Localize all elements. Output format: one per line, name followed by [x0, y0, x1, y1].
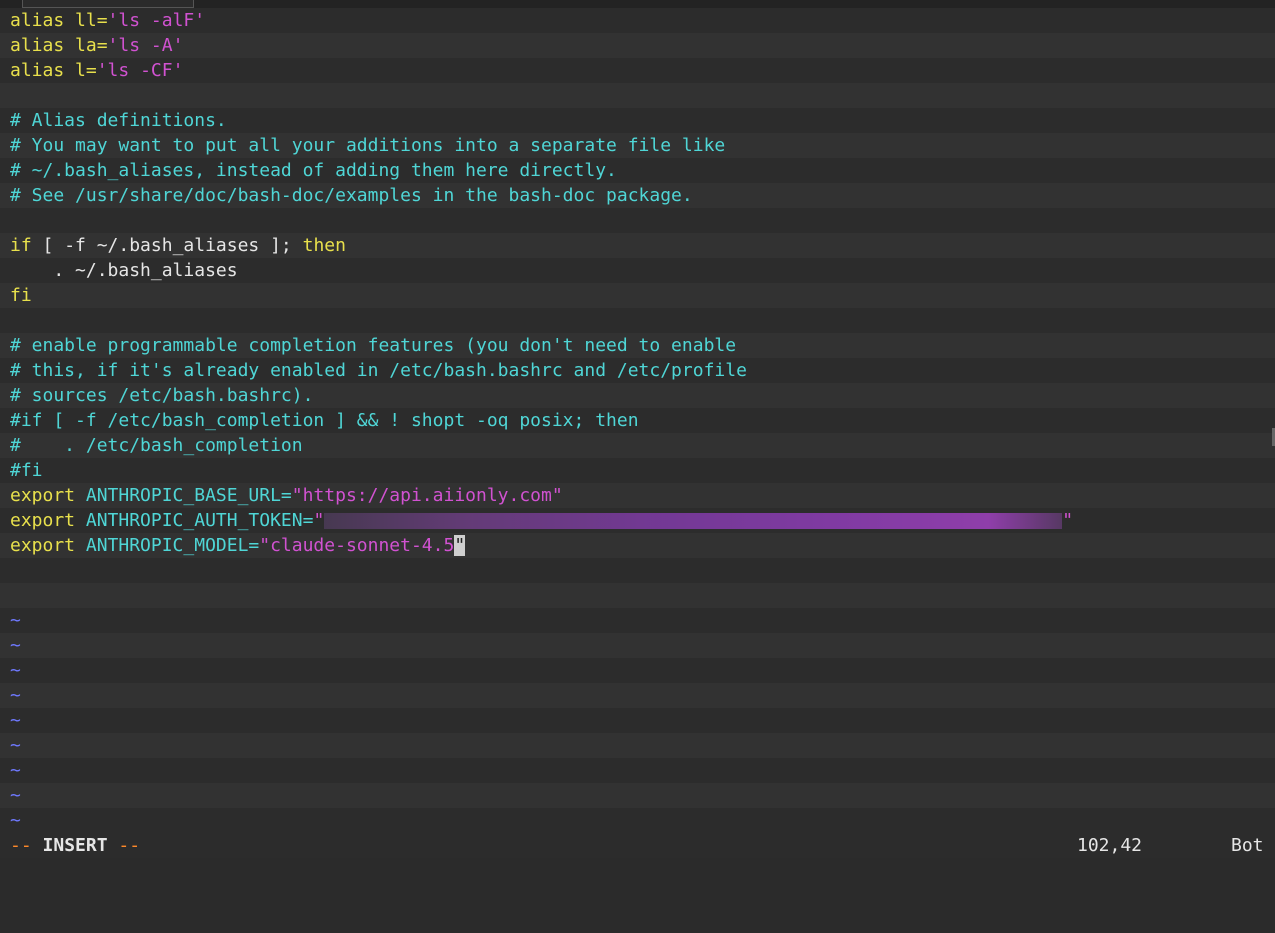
empty-line-marker: ~: [0, 633, 1275, 658]
editor-tab[interactable]: [22, 0, 194, 8]
keyword: then: [302, 235, 346, 256]
blank-line: [0, 83, 1275, 108]
alias-name: ll=: [75, 10, 108, 31]
code-line: alias ll='ls -alF': [0, 8, 1275, 33]
code-line: fi: [0, 283, 1275, 308]
comment-line: # You may want to put all your additions…: [0, 133, 1275, 158]
mode-indicator: -- INSERT --: [10, 833, 140, 858]
empty-line-marker: ~: [0, 608, 1275, 633]
blank-line: [0, 208, 1275, 233]
comment-line: # this, if it's already enabled in /etc/…: [0, 358, 1275, 383]
text-cursor: ": [454, 535, 466, 556]
comment-line: # . /etc/bash_completion: [0, 433, 1275, 458]
variable-name: ANTHROPIC_BASE_URL=: [85, 485, 292, 506]
keyword: alias: [10, 10, 76, 31]
empty-line-marker: ~: [0, 683, 1275, 708]
empty-line-marker: ~: [0, 658, 1275, 683]
blank-line: [0, 308, 1275, 333]
code-line: if [ -f ~/.bash_aliases ]; then: [0, 233, 1275, 258]
comment-line: # enable programmable completion feature…: [0, 333, 1275, 358]
scroll-position: Bot: [1231, 835, 1264, 856]
code-line: alias la='ls -A': [0, 33, 1275, 58]
string-quote: ": [1062, 510, 1074, 531]
blank-line: [0, 558, 1275, 583]
empty-line-marker: ~: [0, 733, 1275, 758]
redacted-token: [324, 513, 1063, 529]
comment-line: #fi: [0, 458, 1275, 483]
string-quote: ": [313, 510, 325, 531]
status-line: -- INSERT -- 102,42 Bot: [0, 833, 1275, 858]
keyword: export: [10, 535, 86, 556]
code-line: export ANTHROPIC_AUTH_TOKEN=" ": [0, 508, 1275, 533]
empty-line-marker: ~: [0, 783, 1275, 808]
alias-name: la=: [75, 35, 108, 56]
string: 'ls -A': [107, 35, 184, 56]
empty-line-marker: ~: [0, 758, 1275, 783]
comment-line: # See /usr/share/doc/bash-doc/examples i…: [0, 183, 1275, 208]
comment-line: # sources /etc/bash.bashrc).: [0, 383, 1275, 408]
keyword: if: [10, 235, 32, 256]
code-line: export ANTHROPIC_BASE_URL="https://api.a…: [0, 483, 1275, 508]
code-line: . ~/.bash_aliases: [0, 258, 1275, 283]
mode-dash-left: --: [10, 835, 43, 856]
condition: [ -f ~/.bash_aliases ];: [31, 235, 303, 256]
code-line: export ANTHROPIC_MODEL="claude-sonnet-4.…: [0, 533, 1275, 558]
comment-line: #if [ -f /etc/bash_completion ] && ! sho…: [0, 408, 1275, 433]
cursor-position: 102,42: [1077, 835, 1143, 856]
string: 'ls -CF': [96, 60, 184, 81]
string: "https://api.aiionly.com": [291, 485, 563, 506]
variable-name: ANTHROPIC_MODEL=: [85, 535, 260, 556]
variable-name: ANTHROPIC_AUTH_TOKEN=: [85, 510, 314, 531]
code-line: alias l='ls -CF': [0, 58, 1275, 83]
string: "claude-sonnet-4.5: [259, 535, 455, 556]
blank-line: [0, 583, 1275, 608]
keyword: alias: [10, 60, 76, 81]
keyword: export: [10, 510, 86, 531]
keyword: alias: [10, 35, 76, 56]
editor-buffer[interactable]: alias ll='ls -alF' alias la='ls -A' alia…: [0, 8, 1275, 833]
comment-line: # Alias definitions.: [0, 108, 1275, 133]
mode-dash-right: --: [107, 835, 141, 856]
alias-name: l=: [75, 60, 97, 81]
empty-line-marker: ~: [0, 708, 1275, 733]
mode-label: INSERT: [42, 835, 108, 856]
keyword: export: [10, 485, 86, 506]
comment-line: # ~/.bash_aliases, instead of adding the…: [0, 158, 1275, 183]
string: 'ls -alF': [107, 10, 206, 31]
empty-line-marker: ~: [0, 808, 1275, 833]
